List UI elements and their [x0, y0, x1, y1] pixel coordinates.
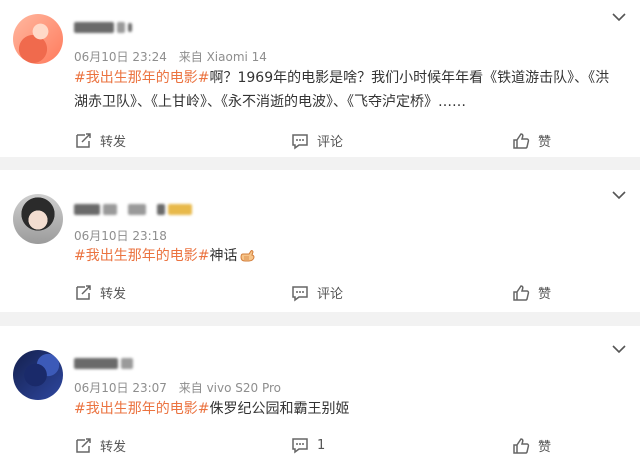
comment-count: 1 [317, 437, 326, 453]
topic-hashtag[interactable]: #我出生那年的电影# [74, 70, 209, 86]
repost-button[interactable]: 转发 [74, 436, 126, 455]
topic-hashtag[interactable]: #我出生那年的电影# [74, 248, 209, 264]
chevron-down-icon[interactable] [612, 12, 626, 22]
like-label: 赞 [538, 287, 552, 302]
username-blurred[interactable] [74, 20, 132, 34]
repost-label: 转发 [100, 135, 127, 150]
post-body: 神话 [209, 248, 238, 264]
post-meta: 06月10日 23:24 来自 Xiaomi 14 [74, 48, 267, 65]
post-source: 来自 vivo S20 Pro [178, 381, 282, 395]
repost-button[interactable]: 转发 [74, 283, 126, 302]
topic-hashtag[interactable]: #我出生那年的电影# [74, 401, 209, 417]
post-body: 侏罗纪公园和霸王别姬 [209, 401, 350, 417]
action-bar: 转发 评论 赞 [0, 131, 640, 153]
comment-icon [292, 285, 308, 301]
chevron-down-icon[interactable] [612, 190, 626, 200]
avatar[interactable] [13, 350, 63, 400]
comment-label: 评论 [317, 135, 344, 150]
chevron-down-icon[interactable] [612, 344, 626, 354]
comment-label: 评论 [317, 287, 344, 302]
avatar[interactable] [13, 194, 63, 244]
repost-button[interactable]: 转发 [74, 131, 126, 150]
avatar[interactable] [13, 14, 63, 64]
like-button[interactable]: 赞 [512, 283, 551, 302]
post-text: #我出生那年的电影#啊？1969年的电影是啥？我们小时候年年看《铁道游击队》、《… [74, 66, 622, 114]
comment-icon [292, 438, 308, 454]
username-blurred[interactable] [74, 202, 192, 216]
comment-card: 06月10日 23:07 来自 vivo S20 Pro #我出生那年的电影#侏… [0, 326, 640, 465]
repost-label: 转发 [100, 287, 127, 302]
like-button[interactable]: 赞 [512, 436, 551, 455]
like-label: 赞 [538, 135, 552, 150]
post-date: 06月10日 23:07 [74, 381, 167, 395]
comment-button[interactable]: 1 [291, 436, 325, 454]
post-text: #我出生那年的电影#侏罗纪公园和霸王别姬 [74, 397, 622, 421]
action-bar: 转发 1 赞 [0, 436, 640, 458]
username-blurred[interactable] [74, 356, 133, 370]
like-label: 赞 [538, 440, 552, 455]
comment-card: 06月10日 23:24 来自 Xiaomi 14 #我出生那年的电影#啊？19… [0, 0, 640, 157]
repost-icon [76, 284, 91, 300]
comment-icon [292, 133, 308, 149]
like-button[interactable]: 赞 [512, 131, 551, 150]
thumbs-up-icon [513, 132, 530, 149]
repost-label: 转发 [100, 440, 127, 455]
repost-icon [76, 437, 91, 453]
comment-button[interactable]: 评论 [291, 131, 343, 150]
post-meta: 06月10日 23:18 [74, 227, 167, 244]
hand-emoji-icon [240, 250, 255, 262]
thumbs-up-icon [513, 284, 530, 301]
thumbs-up-icon [513, 437, 530, 454]
repost-icon [76, 132, 91, 148]
post-source: 来自 Xiaomi 14 [178, 50, 267, 64]
comment-button[interactable]: 评论 [291, 283, 343, 302]
post-text: #我出生那年的电影#神话 [74, 244, 622, 268]
post-date: 06月10日 23:24 [74, 50, 167, 64]
comment-card: 06月10日 23:18 #我出生那年的电影#神话 转发 评论 赞 [0, 170, 640, 312]
comment-feed: 06月10日 23:24 来自 Xiaomi 14 #我出生那年的电影#啊？19… [0, 0, 640, 465]
post-date: 06月10日 23:18 [74, 229, 167, 243]
post-meta: 06月10日 23:07 来自 vivo S20 Pro [74, 379, 281, 396]
action-bar: 转发 评论 赞 [0, 283, 640, 305]
